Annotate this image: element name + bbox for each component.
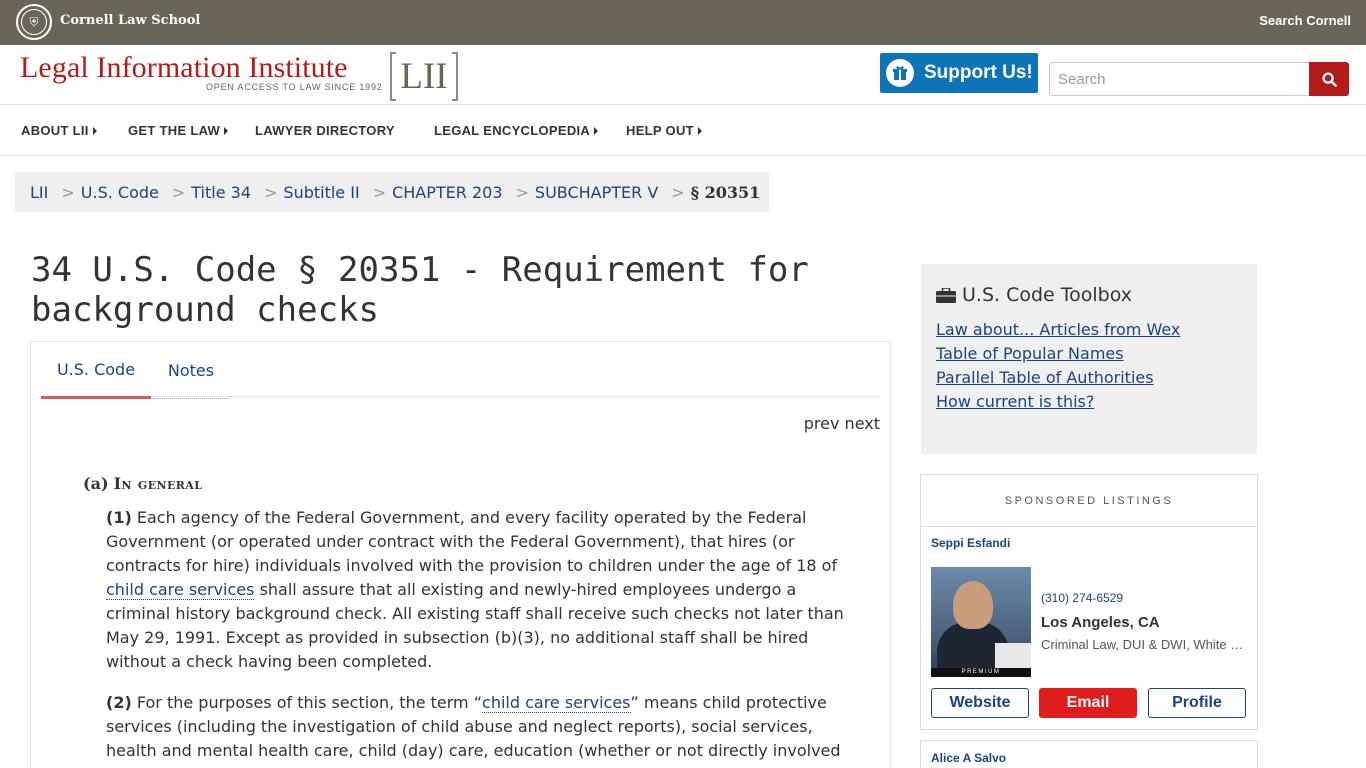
logo-title: Legal Information Institute xyxy=(20,51,348,84)
search-cornell-link[interactable]: Search Cornell xyxy=(1259,13,1351,28)
toolbox-title-text: U.S. Code Toolbox xyxy=(962,284,1133,306)
breadcrumb-subtitle[interactable]: Subtitle II xyxy=(283,183,359,202)
statute-card: U.S. Code Notes prev next (a) In general… xyxy=(30,341,891,768)
paragraph-text: Each agency of the Federal Government, a… xyxy=(106,508,838,575)
section-title: In general xyxy=(113,474,203,493)
cornell-law-school-link[interactable]: Cornell Law School xyxy=(60,13,200,28)
section-label: (a) xyxy=(83,474,109,493)
caret-right-icon xyxy=(697,126,702,135)
lawyer-phone[interactable]: (310) 274-6529 xyxy=(1041,591,1123,605)
paragraph-text: For the purposes of this section, the te… xyxy=(131,693,483,712)
lawyer-practice-areas: Criminal Law, DUI & DWI, White Collar Cr… xyxy=(1041,637,1247,652)
gift-icon xyxy=(886,59,914,87)
toolbox-link-wex[interactable]: Law about... Articles from Wex xyxy=(936,318,1180,342)
tab-us-code[interactable]: U.S. Code xyxy=(41,342,151,399)
nav-help-out[interactable]: HELP OUT xyxy=(626,123,702,138)
breadcrumb: LII > U.S. Code > Title 34 > Subtitle II… xyxy=(15,172,769,212)
nav-about-lii[interactable]: ABOUT LII xyxy=(21,123,97,138)
next-link[interactable]: next xyxy=(845,414,880,433)
sponsored-listing-2: Alice A Salvo xyxy=(920,740,1258,768)
breadcrumb-current: § 20351 xyxy=(690,182,761,202)
nav-get-the-law[interactable]: GET THE LAW xyxy=(128,123,229,138)
term-link-child-care-services[interactable]: child care services xyxy=(106,580,255,600)
page-title: 34 U.S. Code § 20351 - Requirement for b… xyxy=(31,250,809,330)
breadcrumb-subchapter[interactable]: SUBCHAPTER V xyxy=(535,183,658,202)
breadcrumb-separator: > xyxy=(515,182,529,202)
toolbox-link-how-current[interactable]: How current is this? xyxy=(936,390,1180,414)
breadcrumb-separator: > xyxy=(671,182,685,202)
nav-legal-encyclopedia[interactable]: LEGAL ENCYCLOPEDIA xyxy=(434,123,599,138)
paragraph-2: (2) For the purposes of this section, th… xyxy=(106,691,861,763)
photo-paper xyxy=(995,643,1031,669)
breadcrumb-us-code[interactable]: U.S. Code xyxy=(81,183,159,202)
paragraph-1: (1) Each agency of the Federal Governmen… xyxy=(106,506,861,674)
breadcrumb-separator: > xyxy=(264,182,278,202)
toolbox-link-popular-names[interactable]: Table of Popular Names xyxy=(936,342,1180,366)
premium-badge: PREMIUM xyxy=(931,668,1031,677)
search-button[interactable] xyxy=(1309,62,1349,96)
tab-bar: U.S. Code Notes xyxy=(41,342,881,399)
breadcrumb-lii[interactable]: LII xyxy=(30,183,48,202)
cornell-seal-icon[interactable]: ⛨ xyxy=(16,4,52,40)
breadcrumb-title[interactable]: Title 34 xyxy=(191,183,251,202)
caret-right-icon xyxy=(92,126,97,135)
section-heading: (a) In general xyxy=(83,474,202,493)
lawyer-location: Los Angeles, CA xyxy=(1041,614,1160,631)
prev-link[interactable]: prev xyxy=(804,414,840,433)
main-nav: ABOUT LII GET THE LAW LAWYER DIRECTORY L… xyxy=(0,105,1366,156)
sponsored-listings: SPONSORED LISTINGS Seppi Esfandi PREMIUM… xyxy=(920,474,1258,730)
email-button[interactable]: Email xyxy=(1039,688,1137,718)
site-header: Legal Information Institute OPEN ACCESS … xyxy=(0,45,1366,105)
caret-right-icon xyxy=(224,126,229,135)
cornell-bar: ⛨ Cornell Law School Search Cornell xyxy=(0,0,1366,45)
breadcrumb-chapter[interactable]: CHAPTER 203 xyxy=(392,183,502,202)
breadcrumb-separator: > xyxy=(171,182,186,202)
caret-right-icon xyxy=(594,126,599,135)
support-us-button[interactable]: Support Us! xyxy=(880,53,1038,93)
logo-mark: LII xyxy=(390,52,458,101)
support-us-label: Support Us! xyxy=(924,62,1033,83)
paragraph-number: (2) xyxy=(106,693,132,712)
toolbox-link-parallel-table[interactable]: Parallel Table of Authorities xyxy=(936,366,1180,390)
pager: prev next xyxy=(804,414,880,433)
breadcrumb-separator: > xyxy=(61,182,75,202)
lawyer-photo[interactable]: PREMIUM xyxy=(931,567,1031,677)
toolbox-links: Law about... Articles from Wex Table of … xyxy=(936,318,1180,414)
nav-lawyer-directory[interactable]: LAWYER DIRECTORY xyxy=(255,123,395,138)
photo-head xyxy=(953,581,993,629)
us-code-toolbox: U.S. Code Toolbox Law about... Articles … xyxy=(921,264,1257,454)
briefcase-icon xyxy=(936,287,956,303)
breadcrumb-separator: > xyxy=(372,182,387,202)
lawyer-name-link[interactable]: Alice A Salvo xyxy=(931,751,1006,765)
term-link-child-care-services[interactable]: child care services xyxy=(482,693,631,713)
logo-tagline: OPEN ACCESS TO LAW SINCE 1992 xyxy=(206,82,383,92)
sponsored-heading: SPONSORED LISTINGS xyxy=(921,475,1257,527)
lawyer-name-link[interactable]: Seppi Esfandi xyxy=(931,536,1010,550)
search-icon xyxy=(1321,71,1337,87)
profile-button[interactable]: Profile xyxy=(1148,688,1246,718)
paragraph-number: (1) xyxy=(106,508,132,527)
website-button[interactable]: Website xyxy=(931,688,1029,718)
search-input[interactable] xyxy=(1049,62,1310,96)
toolbox-title: U.S. Code Toolbox xyxy=(936,284,1132,306)
tab-notes[interactable]: Notes xyxy=(153,342,229,399)
